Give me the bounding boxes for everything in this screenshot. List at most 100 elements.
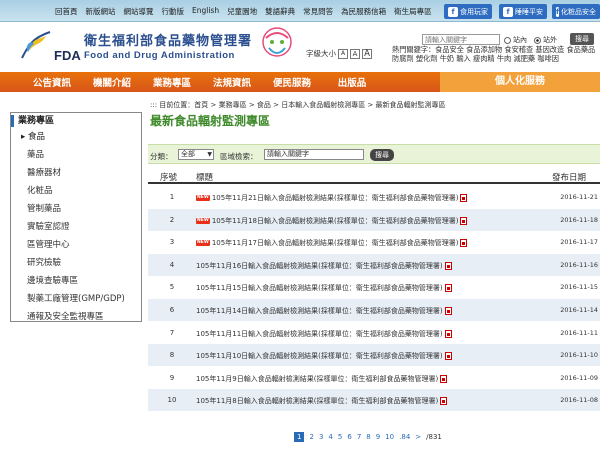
nav-announcements[interactable]: 公告資訊: [22, 75, 82, 89]
sidebar-item-research[interactable]: 研究檢驗: [27, 256, 61, 268]
sidebar-item-gmp[interactable]: 製藥工廠管理(GMP/GDP): [27, 292, 125, 304]
top-link-home[interactable]: 回首頁: [55, 6, 78, 17]
page-last[interactable]: .84: [399, 433, 410, 441]
facebook-icon: f: [448, 6, 458, 17]
top-link-mailbox[interactable]: 為民服務信箱: [341, 6, 386, 17]
nav-publications[interactable]: 出版品: [322, 75, 382, 89]
page-10[interactable]: 10: [385, 433, 394, 441]
row-number: 10: [167, 396, 177, 405]
keyword-input[interactable]: 請輸入關鍵字: [264, 149, 364, 160]
row-title-link[interactable]: 105年11月16日輸入食品輻射檢測結果(採樣單位：衛生福利部食品藥物管理署): [196, 261, 452, 271]
font-size-large-button[interactable]: A: [362, 48, 372, 59]
top-link-faq[interactable]: 常見問答: [303, 6, 333, 17]
page-3[interactable]: 3: [319, 433, 323, 441]
page-8[interactable]: 8: [366, 433, 370, 441]
pagination: 1 2 3 4 5 6 7 8 9 10 .84 > /831: [294, 432, 442, 442]
sidebar-item-cosmetics[interactable]: 化粧品: [27, 184, 53, 196]
food-player-button[interactable]: f 食用玩家: [444, 4, 492, 19]
top-link-sitemap[interactable]: 網站導覽: [124, 6, 154, 17]
pdf-icon[interactable]: [444, 352, 452, 361]
row-number: 8: [169, 351, 175, 360]
top-link-english[interactable]: English: [192, 6, 219, 17]
pdf-icon[interactable]: [440, 374, 448, 383]
row-title: 105年11月18日輸入食品輻射檢測結果(採樣單位：衛生福利部食品藥物管理署): [211, 216, 459, 225]
row-number: 3: [169, 238, 175, 247]
nav-regulations[interactable]: 法規資訊: [202, 75, 262, 89]
row-title-link[interactable]: NEW 105年11月18日輸入食品輻射檢測結果(採樣單位：衛生福利部食品藥物管理…: [196, 216, 468, 226]
new-badge-icon: NEW: [196, 240, 210, 247]
top-link-new-site[interactable]: 新版網站: [86, 6, 116, 17]
table-row[interactable]: 3 NEW 105年11月17日輸入食品輻射檢測結果(採樣單位：衛生福利部食品藥物管…: [148, 231, 600, 253]
page-5[interactable]: 5: [338, 433, 342, 441]
page-7[interactable]: 7: [357, 433, 361, 441]
table-row[interactable]: 4 105年11月16日輸入食品輻射檢測結果(採樣單位：衛生福利部食品藥物管理署)…: [148, 253, 600, 276]
top-link-mobile[interactable]: 行動版: [162, 6, 185, 17]
sidebar-item-border-inspection[interactable]: 邊境查驗專區: [27, 274, 78, 286]
font-size-small-button[interactable]: A: [338, 48, 348, 59]
row-number: 4: [169, 260, 175, 269]
top-link-health-bureau[interactable]: 衛生局專區: [394, 6, 432, 17]
fda-logo-icon[interactable]: [18, 28, 54, 62]
row-title-link[interactable]: NEW 105年11月21日輸入食品輻射檢測結果(採樣單位：衛生福利部食品藥物管理…: [196, 193, 468, 203]
page-2[interactable]: 2: [309, 433, 313, 441]
table-row[interactable]: 9 105年11月9日輸入食品輻射檢測結果(採樣單位：衛生福利部食品藥物管理署) 2…: [148, 367, 600, 389]
row-title-link[interactable]: 105年11月11日輸入食品輻射檢測結果(採樣單位：衛生福利部食品藥物管理署): [196, 329, 452, 339]
row-title-link[interactable]: 105年11月10日輸入食品輻射檢測結果(採樣單位：衛生福利部食品藥物管理署): [196, 351, 452, 361]
site-search-input[interactable]: [422, 34, 500, 45]
nav-services[interactable]: 便民服務: [262, 75, 322, 89]
nav-about[interactable]: 機關介紹: [82, 75, 142, 89]
pdf-icon[interactable]: [444, 307, 452, 315]
top-link-dictionary[interactable]: 雙語辭典: [265, 6, 295, 17]
table-row[interactable]: 5 105年11月15日輸入食品輻射檢測結果(採樣單位：衛生福利部食品藥物管理署)…: [148, 276, 600, 298]
sidebar-item-regional-centers[interactable]: 區管理中心: [27, 238, 70, 250]
page-next[interactable]: >: [415, 433, 421, 441]
nav-personal-service[interactable]: 個人化服務: [440, 72, 600, 92]
pdf-icon[interactable]: [460, 239, 468, 248]
pdf-icon[interactable]: [460, 216, 468, 225]
hot-keywords-label: 熱門關鍵字：: [392, 45, 436, 54]
sidebar-item-medical-devices[interactable]: 醫療器材: [27, 166, 61, 178]
sidebar-item-controlled-drugs[interactable]: 管制藥品: [27, 202, 61, 214]
pdf-icon[interactable]: [440, 397, 448, 406]
row-title-link[interactable]: 105年11月9日輸入食品輻射檢測結果(採樣單位：衛生福利部食品藥物管理署): [196, 374, 448, 384]
category-select[interactable]: 全部 ▼: [178, 149, 214, 160]
table-row[interactable]: 1 NEW 105年11月21日輸入食品輻射檢測結果(採樣單位：衛生福利部食品藥物管…: [148, 186, 600, 208]
row-title-link[interactable]: 105年11月14日輸入食品輻射檢測結果(採樣單位：衛生福利部食品藥物管理署): [196, 306, 452, 316]
page-1[interactable]: 1: [294, 432, 305, 442]
row-date: 2016-11-10: [560, 351, 598, 360]
row-title-link[interactable]: NEW 105年11月17日輸入食品輻射檢測結果(採樣單位：衛生福利部食品藥物管理…: [196, 238, 468, 248]
breadcrumb[interactable]: ::: 目前位置：首頁 > 業務專區 > 食品 > 日本輸入食品輻射檢測專區 >…: [150, 100, 446, 110]
food-safety-mascot-icon[interactable]: [254, 24, 300, 64]
table-row[interactable]: 6 105年11月14日輸入食品輻射檢測結果(採樣單位：衛生福利部食品藥物管理署)…: [148, 299, 600, 321]
pdf-icon[interactable]: [460, 194, 468, 202]
site-search-button[interactable]: 搜尋: [570, 33, 594, 45]
font-size-medium-button[interactable]: A: [350, 48, 360, 59]
page-6[interactable]: 6: [347, 433, 351, 441]
top-link-kids[interactable]: 兒童園地: [227, 6, 257, 17]
sidebar-item-lab-certification[interactable]: 實驗室認證: [27, 220, 70, 232]
pdf-icon[interactable]: [444, 329, 452, 338]
table-row[interactable]: 7 105年11月11日輸入食品輻射檢測結果(採樣單位：衛生福利部食品藥物管理署)…: [148, 322, 600, 344]
page-9[interactable]: 9: [376, 433, 380, 441]
scope-web-radio[interactable]: 站外: [534, 35, 557, 45]
filter-search-button[interactable]: 搜尋: [370, 149, 394, 161]
sidebar-item-food[interactable]: ▸ 食品: [21, 130, 45, 142]
sleep-safe-button[interactable]: f 睡睡平安: [499, 4, 547, 19]
nav-business[interactable]: 業務專區: [142, 75, 202, 89]
sidebar-item-drugs[interactable]: 藥品: [27, 148, 44, 160]
pdf-icon[interactable]: [444, 261, 452, 270]
page-4[interactable]: 4: [328, 433, 332, 441]
row-title: 105年11月10日輸入食品輻射檢測結果(採樣單位：衛生福利部食品藥物管理署): [196, 352, 443, 361]
sidebar-item-safety-reporting[interactable]: 通報及安全監視專區: [27, 310, 104, 322]
main-nav: 公告資訊 機關介紹 業務專區 法規資訊 便民服務 出版品 個人化服務: [0, 72, 600, 92]
pdf-icon[interactable]: [444, 284, 452, 293]
row-title-link[interactable]: 105年11月15日輸入食品輻射檢測結果(採樣單位：衛生福利部食品藥物管理署): [196, 283, 452, 293]
cosmetics-safe-button[interactable]: f 化粧品安全: [552, 4, 600, 19]
table-row[interactable]: 2 NEW 105年11月18日輸入食品輻射檢測結果(採樣單位：衛生福利部食品藥物管…: [148, 208, 600, 231]
row-date: 2016-11-21: [560, 193, 598, 201]
row-title-link[interactable]: 105年11月8日輸入食品輻射檢測結果(採樣單位：衛生福利部食品藥物管理署): [196, 396, 448, 406]
scope-site-radio[interactable]: 站內: [504, 35, 527, 45]
table-row[interactable]: 8 105年11月10日輸入食品輻射檢測結果(採樣單位：衛生福利部食品藥物管理署)…: [148, 344, 600, 367]
facebook-icon: f: [503, 6, 513, 17]
table-row[interactable]: 10 105年11月8日輸入食品輻射檢測結果(採樣單位：衛生福利部食品藥物管理署)…: [148, 389, 600, 412]
